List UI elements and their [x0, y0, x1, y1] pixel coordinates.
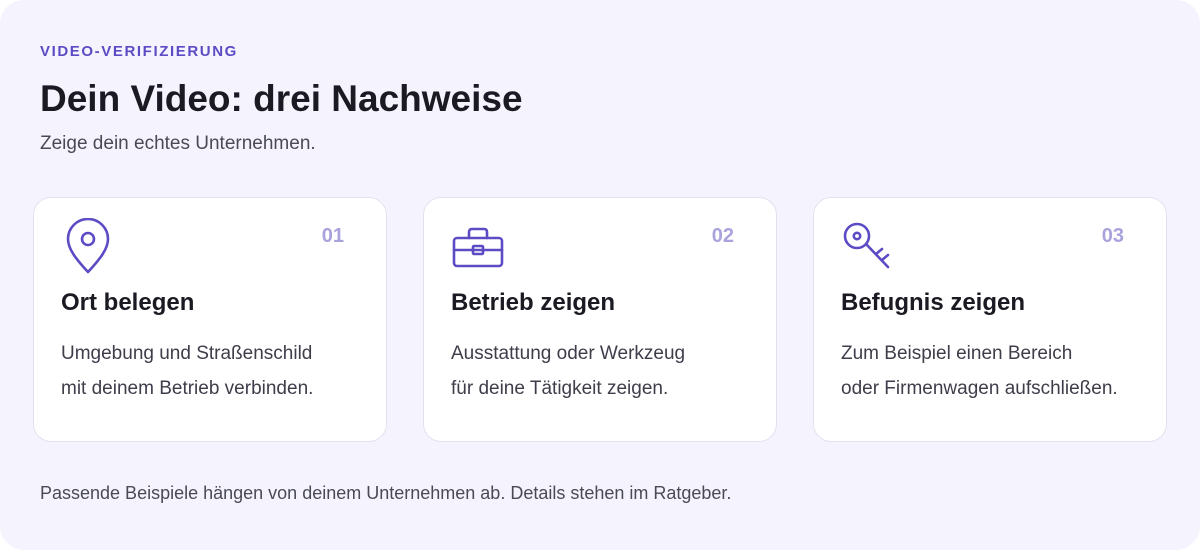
card-description-line: für deine Tätigkeit zeigen. — [451, 378, 669, 399]
card-description-line: Zum Beispiel einen Bereich — [841, 343, 1073, 364]
card-title: Befugnis zeigen — [841, 289, 1026, 316]
proof-card-authority: 03 Befugnis zeigen Zum Beispiel einen Be… — [813, 197, 1167, 442]
card-description-line: oder Firmenwagen aufschließen. — [841, 378, 1118, 399]
card-description: Ausstattung oder Werkzeug für deine Täti… — [451, 336, 761, 406]
briefcase-icon — [452, 227, 504, 268]
card-description-line: mit deinem Betrieb verbinden. — [61, 378, 314, 399]
page-subtitle: Zeige dein echtes Unternehmen. — [40, 133, 316, 154]
proof-card-location: 01 Ort belegen Umgebung und Straßenschil… — [33, 197, 387, 442]
card-title: Betrieb zeigen — [451, 289, 616, 316]
card-description-line: Ausstattung oder Werkzeug — [451, 343, 686, 364]
proof-card-business: 02 Betrieb zeigen Ausstattung oder Werkz… — [423, 197, 777, 442]
location-pin-icon — [66, 218, 110, 274]
page-title: Dein Video: drei Nachweise — [40, 78, 523, 119]
card-number: 01 — [321, 225, 344, 247]
section-eyebrow: VIDEO-VERIFIZIERUNG — [40, 43, 238, 60]
card-description-line: Umgebung und Straßenschild — [61, 343, 313, 364]
card-title: Ort belegen — [61, 289, 195, 316]
card-number: 03 — [1101, 225, 1124, 247]
footnote: Passende Beispiele hängen von deinem Unt… — [40, 483, 732, 503]
card-number: 02 — [711, 225, 734, 247]
verification-panel: VIDEO-VERIFIZIERUNG Dein Video: drei Nac… — [0, 0, 1200, 550]
key-icon — [843, 222, 890, 269]
card-description: Zum Beispiel einen Bereich oder Firmenwa… — [841, 336, 1151, 406]
card-description: Umgebung und Straßenschild mit deinem Be… — [61, 336, 371, 406]
